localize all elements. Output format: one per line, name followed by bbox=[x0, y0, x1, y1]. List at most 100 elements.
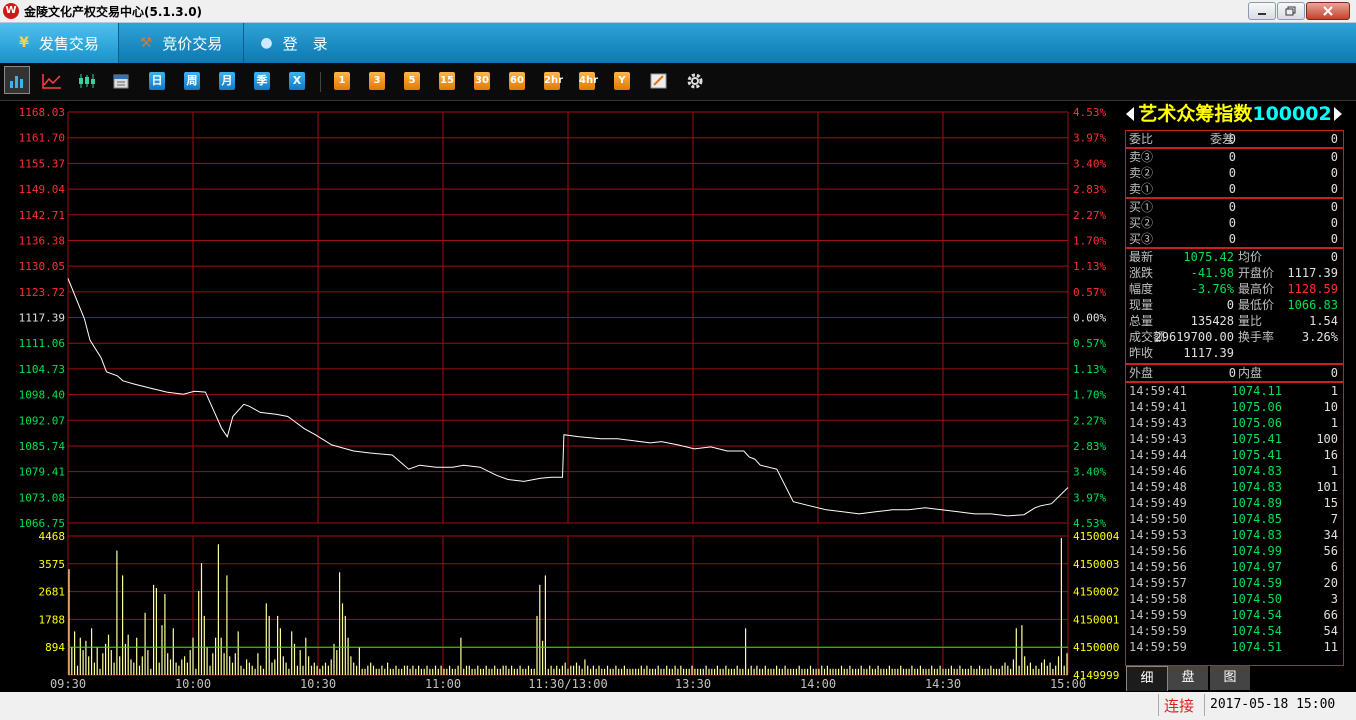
tick-volume: 6 bbox=[1330, 560, 1338, 574]
sell-level-label: 卖② bbox=[1129, 166, 1154, 180]
minute-30-button[interactable]: 30 bbox=[474, 72, 490, 90]
quote-value: 3.26% bbox=[1301, 330, 1338, 344]
weicha-label: 委差 bbox=[1210, 132, 1235, 146]
quote-label: 涨跌 bbox=[1129, 266, 1154, 280]
minute-5-button[interactable]: 5 bbox=[404, 72, 420, 90]
period-day-button[interactable]: 日 bbox=[149, 72, 165, 90]
tick-price: 1075.06 bbox=[1231, 400, 1282, 414]
volume-tick-label: 2681 bbox=[39, 586, 66, 599]
quote-row: 最新 1075.42 均价 0 bbox=[1124, 249, 1344, 265]
tick-time: 14:59:59 bbox=[1129, 624, 1187, 638]
quote-row: 14:59:56 1074.97 6 bbox=[1124, 559, 1344, 575]
candlestick-button[interactable] bbox=[76, 72, 98, 90]
tab-label: 发售交易 bbox=[38, 34, 99, 53]
tick-price: 1074.54 bbox=[1231, 624, 1282, 638]
tick-time: 14:59:41 bbox=[1129, 384, 1187, 398]
tick-volume: 1 bbox=[1330, 416, 1338, 430]
buy-level-label: 买① bbox=[1129, 200, 1154, 214]
quote-label: 开盘价 bbox=[1238, 266, 1275, 280]
price-tick-label: 1130.05 bbox=[19, 260, 65, 273]
calendar-icon bbox=[113, 74, 129, 89]
sell-price: 0 bbox=[1228, 150, 1236, 164]
quote-row: 14:59:59 1074.54 54 bbox=[1124, 623, 1344, 639]
tick-price: 1074.54 bbox=[1231, 608, 1282, 622]
tab-primary-sale[interactable]: ¥ 发售交易 bbox=[0, 23, 118, 63]
quote-label: 现量 bbox=[1129, 298, 1154, 312]
quote-row: 14:59:58 1074.50 3 bbox=[1124, 591, 1344, 607]
intraday-chart-button[interactable] bbox=[4, 66, 30, 94]
draw-button[interactable] bbox=[650, 72, 668, 90]
intraday-chart-icon bbox=[10, 76, 23, 88]
quote-row: 卖② 0 0 bbox=[1124, 165, 1344, 181]
period-close-button[interactable]: X bbox=[289, 72, 305, 90]
quote-row: 14:59:53 1074.83 34 bbox=[1124, 527, 1344, 543]
close-button[interactable] bbox=[1306, 2, 1350, 20]
time-tick-label: 10:00 bbox=[175, 677, 211, 691]
hour-2-button[interactable]: 2hr bbox=[544, 72, 563, 90]
tick-volume: 1 bbox=[1330, 384, 1338, 398]
next-symbol-icon[interactable] bbox=[1334, 107, 1342, 121]
price-tick-label: 1155.37 bbox=[19, 157, 65, 170]
quote-label: 最新 bbox=[1129, 250, 1154, 264]
status-bar: 连接 2017-05-18 15:00 bbox=[0, 692, 1356, 720]
quote-label: 总量 bbox=[1129, 314, 1154, 328]
tick-price: 1075.06 bbox=[1231, 416, 1282, 430]
year-button[interactable]: Y bbox=[614, 72, 630, 90]
tab-chart[interactable]: 图 bbox=[1210, 666, 1250, 690]
minimize-icon bbox=[1258, 13, 1266, 15]
tick-volume: 66 bbox=[1323, 608, 1338, 622]
weicha-value: 0 bbox=[1330, 132, 1338, 146]
tick-price: 1074.11 bbox=[1231, 384, 1282, 398]
percent-tick-label: 3.97% bbox=[1073, 491, 1106, 504]
tick-volume: 15 bbox=[1323, 496, 1338, 510]
price-tick-label: 1066.75 bbox=[19, 517, 65, 530]
maximize-button[interactable] bbox=[1277, 2, 1305, 20]
detail-tabs: 细 盘 图 bbox=[1124, 666, 1356, 691]
period-month-button[interactable]: 月 bbox=[219, 72, 235, 90]
quote-value: -3.76% bbox=[1190, 282, 1234, 296]
toolbar-divider bbox=[320, 72, 321, 92]
tab-login[interactable]: ● 登 录 bbox=[244, 23, 344, 63]
tick-time: 14:59:46 bbox=[1129, 464, 1187, 478]
minimize-button[interactable] bbox=[1248, 2, 1276, 20]
quote-value: -41.98 bbox=[1190, 266, 1234, 280]
percent-tick-label: 1.13% bbox=[1073, 260, 1106, 273]
tab-detail[interactable]: 细 bbox=[1126, 666, 1168, 691]
volume-right-tick-label: 4150000 bbox=[1073, 641, 1119, 654]
quote-row: 卖① 0 0 bbox=[1124, 181, 1344, 197]
minute-15-button[interactable]: 15 bbox=[439, 72, 455, 90]
tick-time: 14:59:41 bbox=[1129, 400, 1187, 414]
quote-row: 买① 0 0 bbox=[1124, 199, 1344, 215]
quote-label: 最高价 bbox=[1238, 282, 1275, 296]
minute-3-button[interactable]: 3 bbox=[369, 72, 385, 90]
tick-volume: 16 bbox=[1323, 448, 1338, 462]
volume-tick-label: 894 bbox=[45, 641, 65, 654]
symbol-header: 艺术众筹指数100002 bbox=[1124, 101, 1346, 127]
neipan-label: 内盘 bbox=[1238, 366, 1263, 380]
minute-60-button[interactable]: 60 bbox=[509, 72, 525, 90]
period-week-button[interactable]: 周 bbox=[184, 72, 200, 90]
quote-row: 14:59:50 1074.85 7 bbox=[1124, 511, 1344, 527]
window-title: 金陵文化产权交易中心(5.1.3.0) bbox=[24, 5, 203, 19]
sell-price: 0 bbox=[1228, 166, 1236, 180]
tick-volume: 1 bbox=[1330, 464, 1338, 478]
line-chart-button[interactable] bbox=[41, 72, 63, 90]
tick-time: 14:59:43 bbox=[1129, 416, 1187, 430]
time-tick-label: 09:30 bbox=[50, 677, 86, 691]
tab-auction[interactable]: ⚒ 竞价交易 bbox=[119, 23, 243, 63]
quote-value: 0 bbox=[1226, 298, 1234, 312]
price-tick-label: 1092.07 bbox=[19, 414, 65, 427]
quote-row: 14:59:43 1075.06 1 bbox=[1124, 415, 1344, 431]
hour-4-button[interactable]: 4hr bbox=[579, 72, 598, 90]
quote-label: 换手率 bbox=[1238, 330, 1275, 344]
calendar-button[interactable] bbox=[112, 72, 130, 90]
quote-label: 昨收 bbox=[1129, 346, 1154, 360]
period-quarter-button[interactable]: 季 bbox=[254, 72, 270, 90]
minute-1-button[interactable]: 1 bbox=[334, 72, 350, 90]
volume-right-tick-label: 4150001 bbox=[1073, 613, 1119, 626]
tick-time: 14:59:59 bbox=[1129, 640, 1187, 654]
percent-tick-label: 3.40% bbox=[1073, 466, 1106, 479]
tab-book[interactable]: 盘 bbox=[1168, 666, 1208, 690]
settings-button[interactable] bbox=[685, 72, 705, 90]
quote-row: 买② 0 0 bbox=[1124, 215, 1344, 231]
